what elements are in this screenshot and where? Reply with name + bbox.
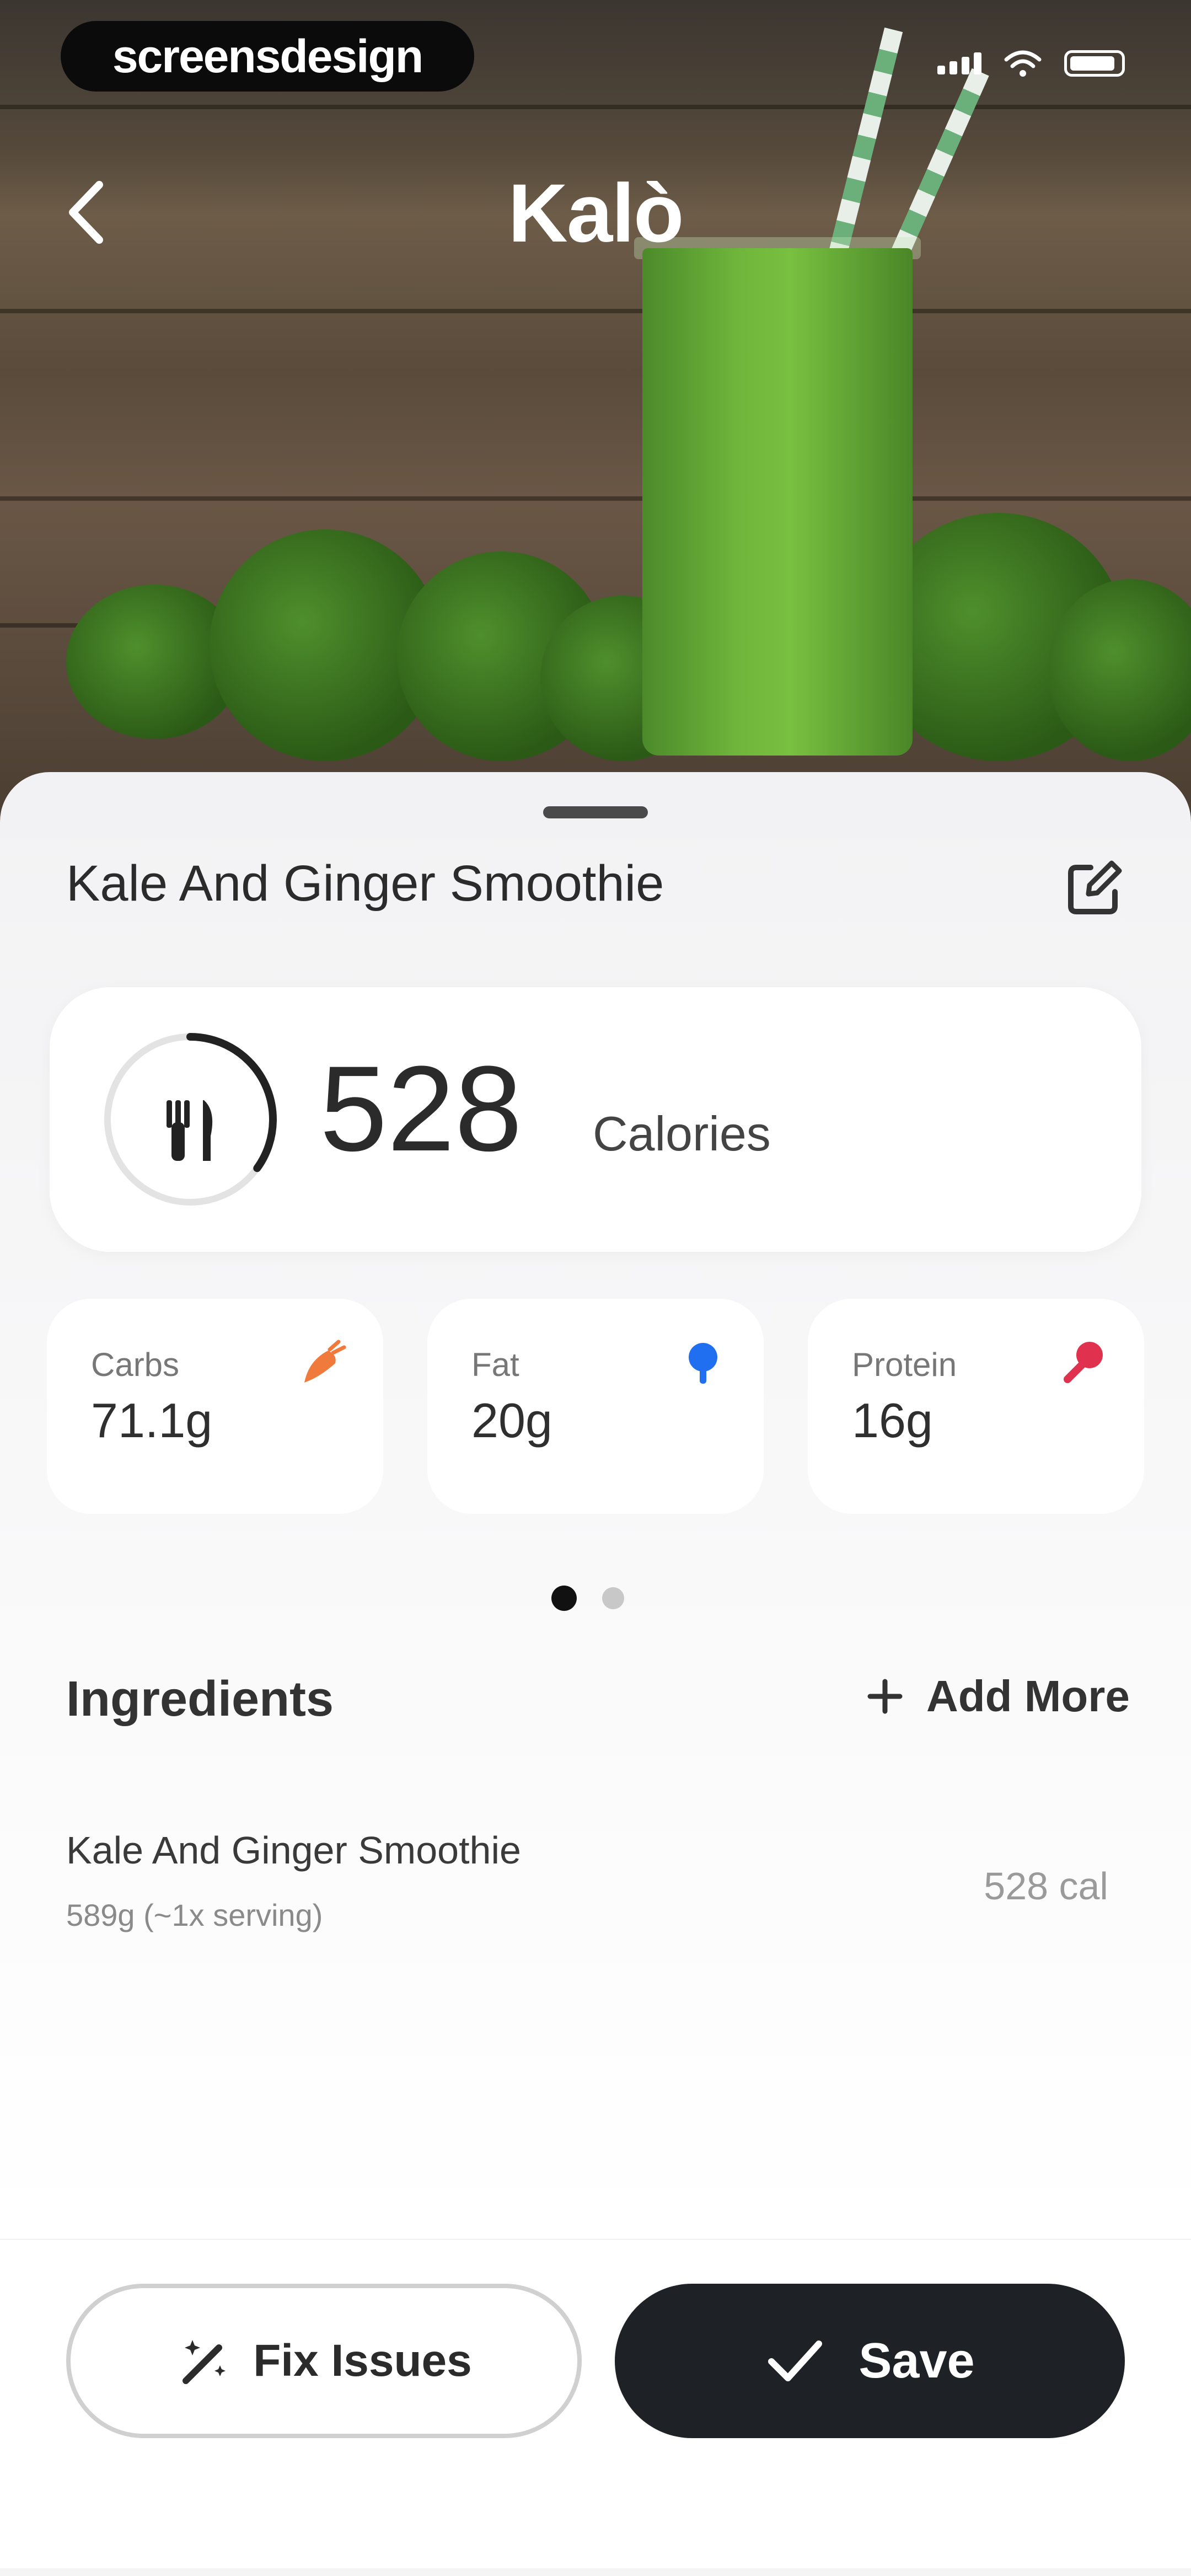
food-name: Kale And Ginger Smoothie: [66, 855, 664, 912]
signal-icon: [937, 52, 981, 74]
fix-issues-button[interactable]: Fix Issues: [66, 2284, 582, 2438]
add-more-button[interactable]: Add More: [866, 1671, 1130, 1722]
ingredient-name: Kale And Ginger Smoothie: [66, 1829, 521, 1872]
page-dot-active[interactable]: [551, 1586, 577, 1611]
wifi-icon: [1004, 50, 1042, 77]
sheet-grabber[interactable]: [543, 806, 648, 818]
macro-value: 20g: [471, 1393, 552, 1448]
calorie-value: 528: [320, 1041, 523, 1176]
app-title: Kalò: [508, 167, 684, 259]
fix-issues-label: Fix Issues: [253, 2336, 472, 2386]
save-button[interactable]: Save: [615, 2284, 1125, 2438]
food-photo: [0, 0, 1191, 827]
brand-badge: screensdesign: [61, 21, 474, 92]
macro-value: 71.1g: [91, 1393, 213, 1448]
ingredient-detail: 589g (~1x serving): [66, 1898, 323, 1932]
droplet-icon: [689, 1343, 717, 1384]
save-label: Save: [859, 2333, 975, 2388]
macro-card-carbs[interactable]: Carbs 71.1g: [47, 1299, 383, 1514]
home-indicator: [0, 2568, 1191, 2576]
battery-icon: [1064, 50, 1125, 77]
macro-card-fat[interactable]: Fat 20g: [427, 1299, 764, 1514]
magic-wand-icon: [183, 2340, 226, 2384]
macro-label: Fat: [471, 1346, 519, 1383]
carrot-icon: [304, 1340, 346, 1383]
food-detail-sheet: Kale And Ginger Smoothie 528 Calories Ca…: [0, 772, 1191, 2234]
page-dot[interactable]: [602, 1587, 624, 1609]
calorie-label: Calories: [593, 1106, 771, 1161]
checkmark-icon: [768, 2341, 823, 2381]
plus-icon: [867, 1679, 903, 1714]
drumstick-icon: [1064, 1342, 1103, 1383]
status-icons: [937, 50, 1125, 77]
macro-label: Carbs: [91, 1346, 180, 1383]
action-bar: Fix Issues Save: [0, 2239, 1191, 2576]
macro-label: Protein: [852, 1346, 957, 1383]
add-more-label: Add More: [926, 1672, 1130, 1721]
calories-card: 528 Calories: [50, 987, 1141, 1252]
calorie-progress-ring: [104, 1033, 277, 1206]
ingredients-heading: Ingredients: [66, 1672, 334, 1727]
fork-knife-icon: [167, 1100, 213, 1161]
macro-card-protein[interactable]: Protein 16g: [808, 1299, 1144, 1514]
edit-icon[interactable]: [1064, 858, 1125, 918]
macro-value: 16g: [852, 1393, 933, 1448]
ingredient-calories: 528 cal: [984, 1865, 1108, 1908]
page-indicator[interactable]: [551, 1586, 624, 1611]
